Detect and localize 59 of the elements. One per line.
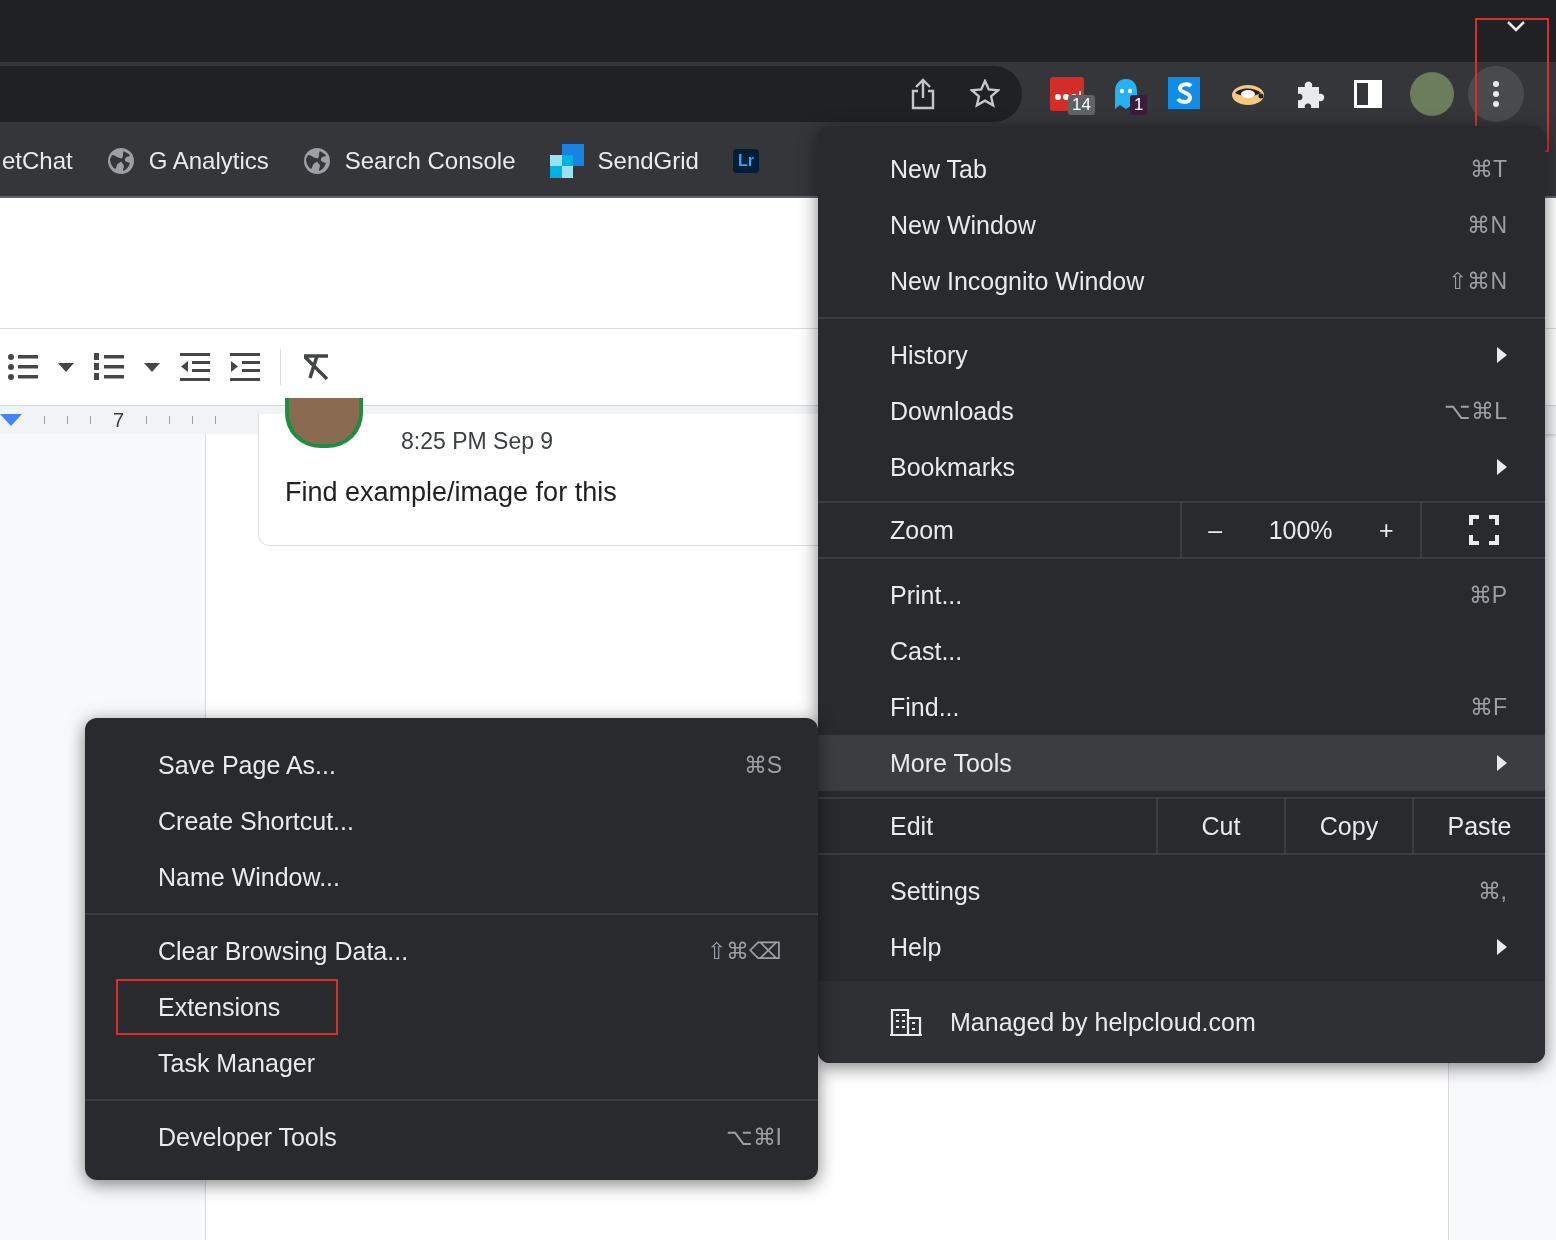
menu-item[interactable]: Settings ⌘, (818, 863, 1545, 919)
menu-item[interactable]: Create Shortcut... (85, 793, 818, 849)
dropdown-arrow-icon[interactable] (58, 362, 74, 372)
bookmark-tile[interactable]: Lr (732, 149, 759, 173)
ruler-number: 7 (113, 408, 125, 432)
edit-action-button[interactable]: Copy (1286, 799, 1414, 853)
comment-text: Find example/image for this (285, 477, 618, 508)
zoom-label: Zoom (818, 503, 1182, 557)
menu-item[interactable]: Extensions (85, 979, 818, 1035)
profile-avatar[interactable] (1410, 72, 1454, 116)
grid-logo-icon (549, 144, 584, 178)
count-badge: 14 (1068, 95, 1095, 115)
side-panel-icon[interactable] (1354, 80, 1382, 108)
globe-icon (302, 147, 331, 175)
submenu-arrow-icon (1497, 755, 1507, 771)
building-icon (890, 1008, 922, 1036)
submenu-arrow-icon (1497, 347, 1507, 363)
zoom-in-button[interactable]: + (1373, 514, 1400, 546)
menu-item[interactable]: Cast... (818, 623, 1545, 679)
menu-item[interactable]: New Window ⌘N (818, 197, 1545, 253)
menu-item[interactable]: Print... ⌘P (818, 567, 1545, 623)
bookmark-link[interactable]: G Analytics (148, 147, 269, 175)
globe-icon (106, 147, 135, 175)
menu-item[interactable]: Task Manager (85, 1035, 818, 1091)
bookmark-link[interactable]: etChat (2, 147, 73, 175)
menu-item[interactable]: Help (818, 919, 1545, 975)
share-icon[interactable] (910, 78, 936, 110)
edit-action-button[interactable]: Cut (1158, 799, 1286, 853)
increase-indent-icon[interactable] (230, 353, 260, 381)
submenu-arrow-icon (1497, 459, 1507, 475)
menu-item[interactable]: Find... ⌘F (818, 679, 1545, 735)
numbered-list-icon[interactable] (94, 353, 124, 381)
comment-time: 8:25 PM Sep 9 (401, 428, 554, 455)
menu-item[interactable]: New Tab ⌘T (818, 141, 1545, 197)
bookmark-link[interactable]: SendGrid (597, 147, 699, 175)
s-tile-icon[interactable] (1168, 77, 1202, 111)
menu-item[interactable]: Developer Tools ⌥⌘I (85, 1109, 818, 1165)
menu-item[interactable]: Clear Browsing Data... ⇧⌘⌫ (85, 923, 818, 979)
menu-item[interactable]: More Tools (818, 735, 1545, 791)
menu-item[interactable]: Name Window... (85, 849, 818, 905)
clear-formatting-icon[interactable] (301, 353, 331, 381)
chevron-down-icon[interactable] (1506, 20, 1526, 32)
menu-item[interactable]: New Incognito Window ⇧⌘N (818, 253, 1545, 309)
managed-by-text: Managed by helpcloud.com (950, 1007, 1256, 1037)
menu-button[interactable] (1468, 66, 1524, 122)
more-vertical-icon (1492, 80, 1500, 108)
edit-action-button[interactable]: Paste (1414, 799, 1545, 853)
bulleted-list-icon[interactable] (8, 354, 38, 380)
zoom-level: 100% (1268, 515, 1333, 545)
menu-item[interactable]: Save Page As... ⌘S (85, 737, 818, 793)
submenu-arrow-icon (1497, 939, 1507, 955)
zoom-out-button[interactable]: – (1202, 514, 1229, 546)
decrease-indent-icon[interactable] (180, 353, 210, 381)
star-icon[interactable] (970, 79, 1000, 109)
indent-marker-icon[interactable] (0, 414, 22, 426)
count-badge: 1 (1130, 95, 1148, 115)
dropdown-arrow-icon[interactable] (144, 362, 160, 372)
bookmark-link[interactable]: Search Console (344, 147, 516, 175)
fullscreen-icon[interactable] (1468, 515, 1499, 545)
